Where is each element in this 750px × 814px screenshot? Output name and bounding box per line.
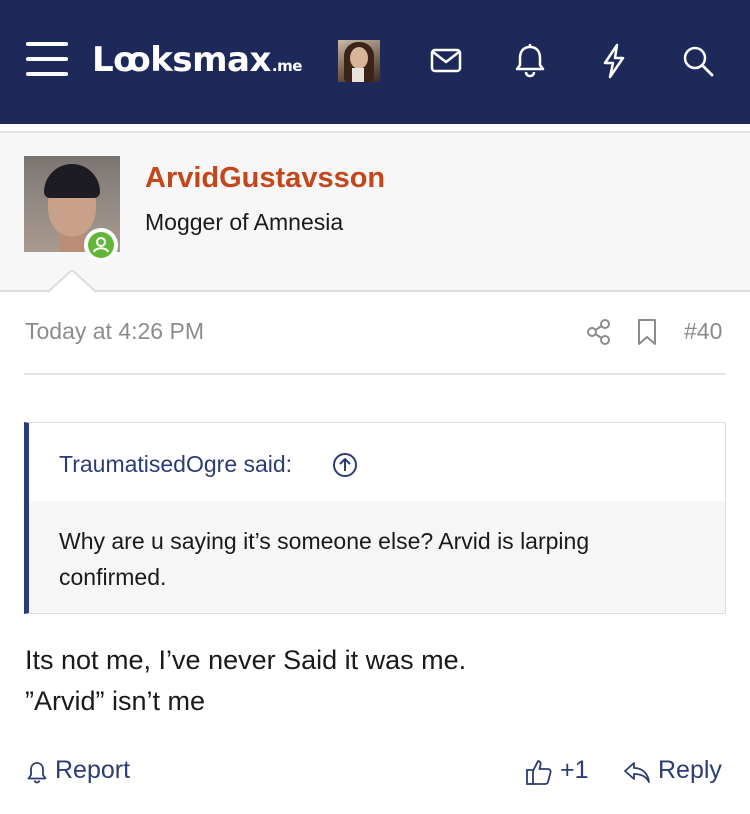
quote-block: TraumatisedOgre said: Why are u saying i… xyxy=(24,422,726,614)
logo-suffix: .me xyxy=(271,57,303,75)
reply-arrow-icon xyxy=(624,762,650,783)
site-logo[interactable]: Lꝏksmax.me xyxy=(92,40,302,86)
divider xyxy=(24,373,726,375)
author-user-title: Mogger of Amnesia xyxy=(145,209,344,235)
top-navigation-bar: Lꝏksmax.me xyxy=(0,0,750,124)
post-message: Its not me, I’ve never Said it was me. ”… xyxy=(25,640,725,722)
share-icon[interactable] xyxy=(585,317,613,347)
bell-icon[interactable] xyxy=(507,38,553,84)
quote-content: Why are u saying it’s someone else? Arvi… xyxy=(29,501,725,613)
author-username[interactable]: ArvidGustavsson xyxy=(145,162,385,195)
message-line: ”Arvid” isn’t me xyxy=(25,686,206,716)
quote-text: Why are u saying it’s someone else? Arvi… xyxy=(59,528,590,590)
divider xyxy=(0,131,750,133)
reaction-count: +1 xyxy=(560,756,589,784)
bell-icon xyxy=(27,762,47,784)
thumbs-up-icon xyxy=(526,760,552,785)
lightning-icon[interactable] xyxy=(591,38,637,84)
quote-author-link[interactable]: TraumatisedOgre said: xyxy=(59,451,292,478)
post-timestamp[interactable]: Today at 4:26 PM xyxy=(25,318,204,345)
logo-text: Lꝏksmax xyxy=(92,40,271,80)
arrow-up-circle-icon[interactable] xyxy=(332,452,358,478)
menu-icon[interactable] xyxy=(26,42,68,76)
bookmark-icon[interactable] xyxy=(633,317,661,347)
report-label: Report xyxy=(55,756,131,784)
post-number-link[interactable]: #40 xyxy=(684,318,722,345)
search-icon[interactable] xyxy=(675,38,721,84)
online-status-icon xyxy=(84,228,118,262)
user-avatar[interactable] xyxy=(338,40,380,82)
reply-label: Reply xyxy=(658,756,722,784)
message-line: Its not me, I’ve never Said it was me. xyxy=(25,645,467,675)
mail-icon[interactable] xyxy=(423,38,469,84)
